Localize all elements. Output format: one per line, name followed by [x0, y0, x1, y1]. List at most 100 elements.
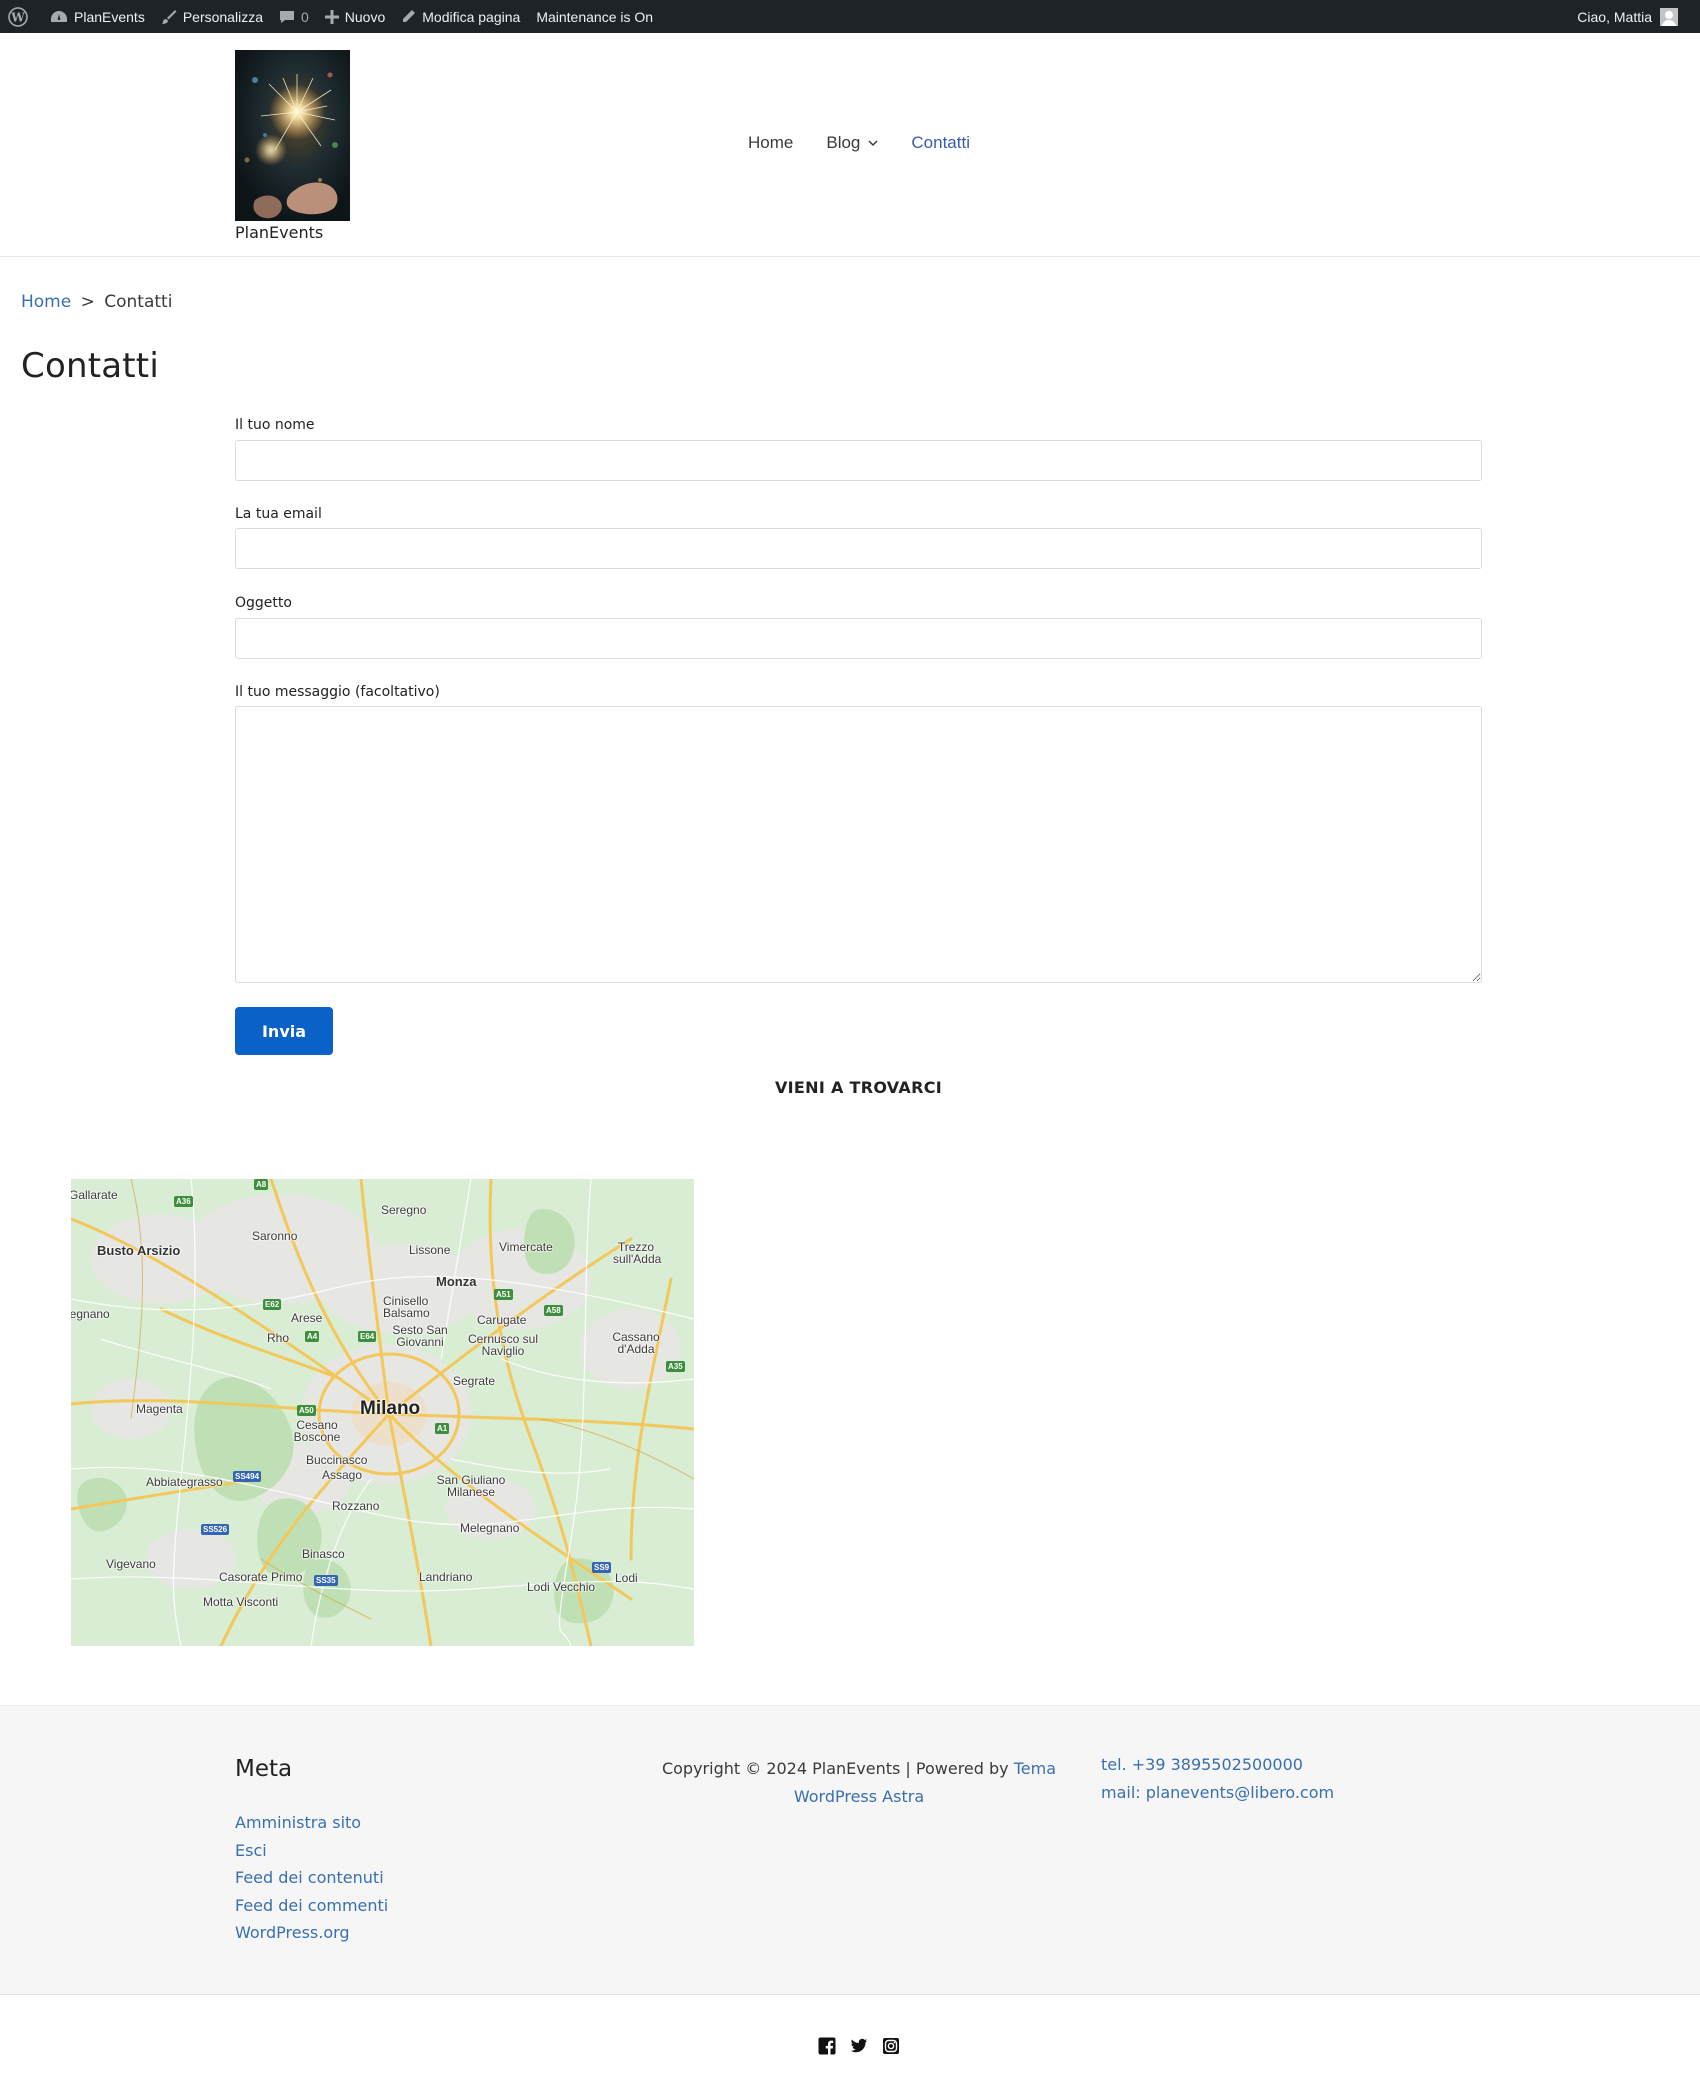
- message-label: Il tuo messaggio (facoltativo): [235, 684, 440, 700]
- meta-link-wordpress-org[interactable]: WordPress.org: [235, 1923, 350, 1942]
- map-label-casorate: Casorate Primo: [219, 1570, 303, 1584]
- map-label-magenta: Magenta: [136, 1402, 183, 1416]
- nav-item-blog-label: Blog: [826, 133, 861, 152]
- map-label-motta-visconti: Motta Visconti: [203, 1595, 279, 1609]
- main-nav: Home Blog Contatti: [748, 133, 1003, 153]
- map-label-buccinasco: Buccinasco: [306, 1453, 368, 1467]
- map-label-cinisello: Cinisello Balsamo: [383, 1294, 430, 1320]
- site-logo[interactable]: [235, 50, 350, 221]
- new-button[interactable]: Nuovo: [317, 0, 393, 33]
- instagram-icon[interactable]: [882, 2037, 900, 2055]
- map-label-segrate: Segrate: [453, 1374, 496, 1388]
- user-account-menu[interactable]: Ciao, Mattia: [1569, 0, 1690, 33]
- name-field[interactable]: [235, 440, 1482, 481]
- plus-icon: [324, 9, 339, 24]
- footer-contacts: tel. +39 3895502500000 mail: planevents@…: [1101, 1755, 1334, 1811]
- map-label-sesto: Sesto San Giovanni: [392, 1323, 448, 1349]
- message-field[interactable]: [235, 706, 1482, 983]
- map-label-binasco: Binasco: [302, 1547, 345, 1561]
- map-label-san-giuliano: San Giuliano Milanese: [436, 1473, 506, 1499]
- map-label-vimercate: Vimercate: [499, 1240, 553, 1254]
- visit-heading: VIENI A TROVARCI: [774, 1078, 943, 1097]
- map-label-legnano: Legnano: [71, 1307, 110, 1321]
- breadcrumb-separator: >: [80, 292, 95, 312]
- meta-link-admin[interactable]: Amministra sito: [235, 1813, 361, 1832]
- nav-item-blog[interactable]: Blog: [826, 133, 878, 153]
- user-greeting: Ciao, Mattia: [1577, 8, 1652, 25]
- name-label: Il tuo nome: [235, 417, 315, 433]
- meta-links: Amministra sito Esci Feed dei contenuti …: [235, 1813, 388, 1951]
- nav-item-contatti[interactable]: Contatti: [911, 133, 970, 153]
- map-label-assago: Assago: [322, 1468, 363, 1482]
- list-item: Amministra sito: [235, 1813, 388, 1841]
- road-shield: SS494: [233, 1471, 262, 1482]
- road-shield: E64: [358, 1331, 377, 1342]
- road-shield: A51: [494, 1289, 513, 1300]
- map-label-lodi: Lodi: [615, 1571, 638, 1585]
- road-shield: E62: [263, 1299, 282, 1310]
- map-label-landriano: Landriano: [419, 1570, 473, 1584]
- map-label-milano: Milano: [360, 1398, 421, 1419]
- list-item: WordPress.org: [235, 1923, 388, 1951]
- subject-field[interactable]: [235, 618, 1482, 659]
- map-label-cernusco: Cernusco sul Naviglio: [467, 1332, 539, 1358]
- site-header: PlanEvents Home Blog Contatti: [0, 33, 1700, 257]
- email-field[interactable]: [235, 528, 1482, 569]
- location-map[interactable]: Gallarate Seregno Saronno Busto Arsizio …: [71, 1179, 694, 1646]
- meta-widget-title: Meta: [235, 1756, 293, 1782]
- footer-phone[interactable]: tel. +39 3895502500000: [1101, 1755, 1334, 1783]
- map-label-trezzo: Trezzo sull'Adda: [613, 1240, 662, 1266]
- list-item: Feed dei commenti: [235, 1896, 388, 1924]
- breadcrumb-home-link[interactable]: Home: [21, 292, 71, 312]
- chevron-down-icon: [868, 139, 878, 146]
- wordpress-logo-icon[interactable]: W: [0, 0, 42, 33]
- meta-link-comments-feed[interactable]: Feed dei commenti: [235, 1896, 388, 1915]
- road-shield: A50: [297, 1405, 316, 1416]
- meta-link-logout[interactable]: Esci: [235, 1841, 267, 1860]
- comments-count: 0: [300, 8, 309, 25]
- comment-icon: [279, 10, 294, 23]
- twitter-icon[interactable]: [850, 2037, 868, 2055]
- svg-text:W: W: [10, 10, 25, 24]
- copyright-text: Copyright © 2024 PlanEvents | Powered by…: [655, 1755, 1063, 1811]
- map-label-lodi-vecchio: Lodi Vecchio: [527, 1580, 596, 1594]
- map-label-gallarate: Gallarate: [71, 1188, 118, 1202]
- site-footer: Meta Amministra sito Esci Feed dei conte…: [0, 1705, 1700, 1995]
- maintenance-label: Maintenance is On: [536, 8, 654, 25]
- map-label-busto-arsizio: Busto Arsizio: [97, 1243, 181, 1258]
- subject-label: Oggetto: [235, 595, 292, 611]
- avatar: [1660, 7, 1678, 26]
- list-item: Esci: [235, 1841, 388, 1869]
- comments-button[interactable]: 0: [271, 0, 317, 33]
- map-label-monza: Monza: [436, 1274, 477, 1289]
- admin-bar: W PlanEvents Personalizza 0 Nuovo Modifi…: [0, 0, 1700, 33]
- map-label-rho: Rho: [267, 1331, 290, 1345]
- edit-page-label: Modifica pagina: [422, 8, 521, 25]
- list-item: Feed dei contenuti: [235, 1868, 388, 1896]
- facebook-icon[interactable]: [818, 2037, 836, 2055]
- road-shield: SS526: [201, 1524, 230, 1535]
- page-title: Contatti: [21, 346, 159, 386]
- email-label: La tua email: [235, 506, 322, 522]
- submit-button[interactable]: Invia: [235, 1007, 333, 1055]
- road-shield: A4: [305, 1331, 320, 1342]
- map-label-seregno: Seregno: [381, 1203, 427, 1217]
- road-shield: SS35: [314, 1575, 338, 1586]
- footer-email[interactable]: mail: planevents@libero.com: [1101, 1783, 1334, 1811]
- dashboard-icon: [51, 10, 67, 22]
- edit-page-button[interactable]: Modifica pagina: [393, 0, 528, 33]
- site-title[interactable]: PlanEvents: [235, 223, 323, 242]
- meta-link-content-feed[interactable]: Feed dei contenuti: [235, 1868, 384, 1887]
- customize-button[interactable]: Personalizza: [153, 0, 271, 33]
- copyright-prefix: Copyright © 2024 PlanEvents | Powered by: [661, 1759, 1009, 1778]
- map-label-melegnano: Melegnano: [460, 1521, 520, 1535]
- social-icons: [0, 2037, 1700, 2055]
- admin-search-icon[interactable]: [1690, 0, 1700, 33]
- new-label: Nuovo: [344, 8, 386, 25]
- maintenance-status[interactable]: Maintenance is On: [528, 0, 661, 33]
- nav-item-home[interactable]: Home: [748, 133, 793, 153]
- road-shield: A58: [544, 1305, 563, 1316]
- breadcrumb: Home > Contatti: [21, 292, 172, 312]
- brush-icon: [161, 9, 177, 24]
- admin-site-name[interactable]: PlanEvents: [42, 0, 153, 33]
